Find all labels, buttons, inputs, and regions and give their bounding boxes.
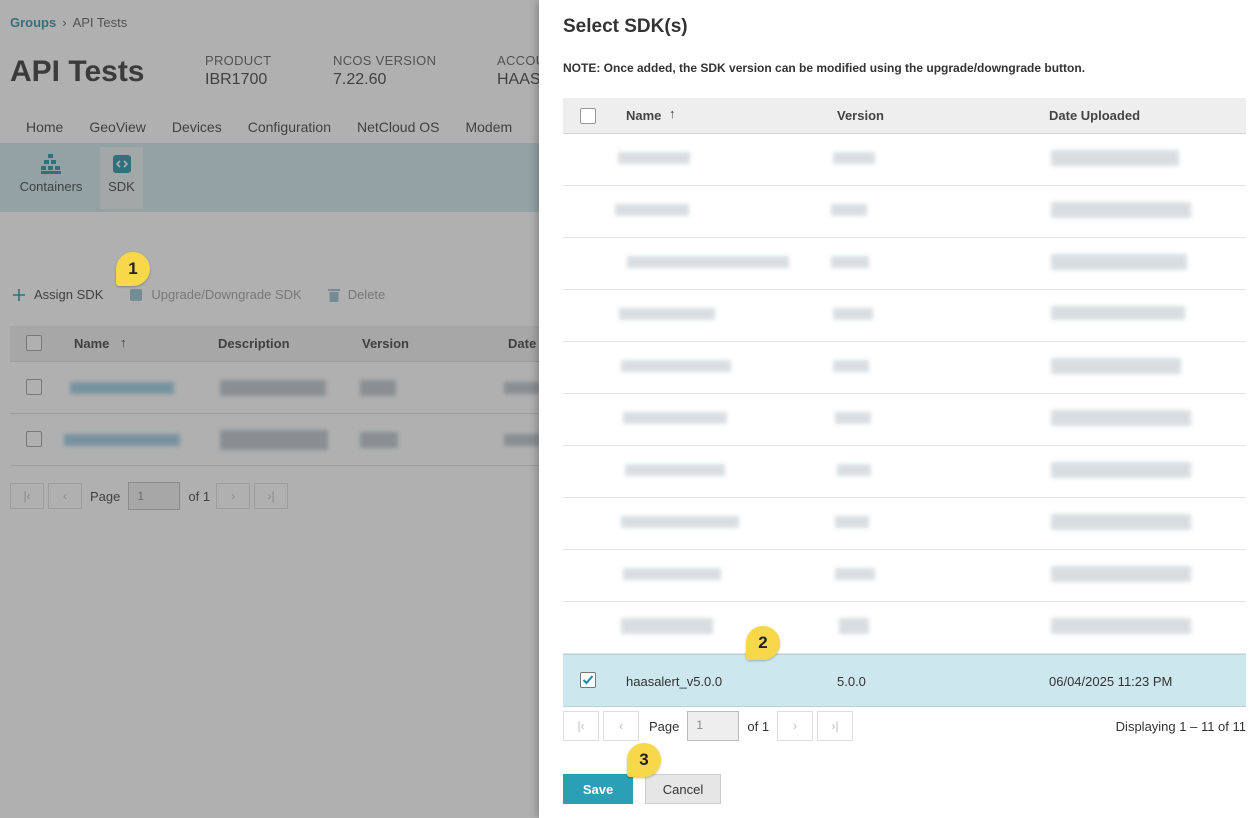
- table-row[interactable]: [563, 602, 1246, 654]
- cancel-button[interactable]: Cancel: [645, 774, 721, 804]
- redacted-version: [833, 152, 875, 164]
- redacted-date: [1051, 618, 1191, 634]
- redacted-version: [831, 256, 869, 268]
- modal-backdrop[interactable]: [0, 0, 539, 818]
- redacted-name: [627, 256, 789, 268]
- column-header-version[interactable]: Version: [837, 108, 884, 123]
- table-row[interactable]: [563, 342, 1246, 394]
- row-version: 5.0.0: [837, 674, 866, 689]
- table-row[interactable]: [563, 134, 1246, 186]
- modal-note: NOTE: Once added, the SDK version can be…: [563, 61, 1086, 75]
- page-input[interactable]: 1: [687, 711, 740, 741]
- annotation-badge-3: 3: [627, 743, 661, 777]
- column-header-date-uploaded[interactable]: Date Uploaded: [1049, 108, 1140, 123]
- annotation-badge-1: 1: [116, 252, 150, 286]
- redacted-version: [833, 360, 869, 372]
- row-checkbox-checked[interactable]: [580, 672, 596, 688]
- modal-pagination: |‹ ‹ Page 1 of 1 › ›| Displaying 1 – 11 …: [563, 711, 1246, 741]
- table-row[interactable]: [563, 238, 1246, 290]
- row-date-uploaded: 06/04/2025 11:23 PM: [1049, 674, 1173, 689]
- redacted-date: [1051, 514, 1191, 530]
- sdk-select-table: Name ↑ Version Date Uploaded haasalert_v…: [563, 98, 1246, 707]
- page-label: Page: [649, 718, 680, 734]
- column-header-name[interactable]: Name: [626, 108, 661, 123]
- first-page-button[interactable]: |‹: [563, 711, 599, 741]
- redacted-name: [615, 204, 689, 216]
- redacted-date: [1051, 566, 1191, 582]
- table-row[interactable]: [563, 446, 1246, 498]
- table-row[interactable]: [563, 186, 1246, 238]
- redacted-name: [623, 568, 721, 580]
- redacted-date: [1051, 410, 1191, 426]
- last-page-button[interactable]: ›|: [817, 711, 854, 741]
- redacted-version: [833, 308, 873, 320]
- modal-title: Select SDK(s): [563, 16, 688, 37]
- annotation-badge-2: 2: [746, 626, 780, 660]
- redacted-date: [1051, 358, 1181, 374]
- redacted-date: [1051, 150, 1179, 166]
- redacted-date: [1051, 462, 1191, 478]
- table-row[interactable]: [563, 394, 1246, 446]
- table-row[interactable]: [563, 290, 1246, 342]
- sort-arrow-up-icon: ↑: [669, 106, 676, 121]
- select-all-checkbox[interactable]: [580, 108, 596, 124]
- redacted-name: [621, 618, 713, 634]
- select-sdk-modal: Select SDK(s) NOTE: Once added, the SDK …: [539, 0, 1257, 818]
- table-row[interactable]: [563, 498, 1246, 550]
- redacted-version: [839, 618, 869, 634]
- redacted-name: [621, 360, 731, 372]
- redacted-date: [1051, 254, 1187, 270]
- next-page-button[interactable]: ›: [777, 711, 814, 741]
- redacted-name: [621, 516, 739, 528]
- redacted-name: [618, 152, 690, 164]
- save-button[interactable]: Save: [563, 774, 633, 804]
- redacted-version: [835, 516, 869, 528]
- redacted-date: [1051, 306, 1185, 320]
- table-header: Name ↑ Version Date Uploaded: [563, 98, 1246, 134]
- row-name: haasalert_v5.0.0: [626, 674, 723, 689]
- page-of-label: of 1: [747, 718, 770, 734]
- checkmark-icon: [582, 675, 594, 685]
- redacted-date: [1051, 202, 1191, 218]
- redacted-version: [835, 412, 871, 424]
- table-row[interactable]: [563, 550, 1246, 602]
- redacted-name: [623, 412, 727, 424]
- redacted-version: [831, 204, 867, 216]
- redacted-name: [625, 464, 725, 476]
- table-row-selected[interactable]: haasalert_v5.0.0 5.0.0 06/04/2025 11:23 …: [563, 654, 1246, 707]
- prev-page-button[interactable]: ‹: [603, 711, 639, 741]
- redacted-version: [837, 464, 871, 476]
- redacted-name: [619, 308, 715, 320]
- displaying-count: Displaying 1 – 11 of 11: [1115, 719, 1246, 734]
- redacted-version: [835, 568, 875, 580]
